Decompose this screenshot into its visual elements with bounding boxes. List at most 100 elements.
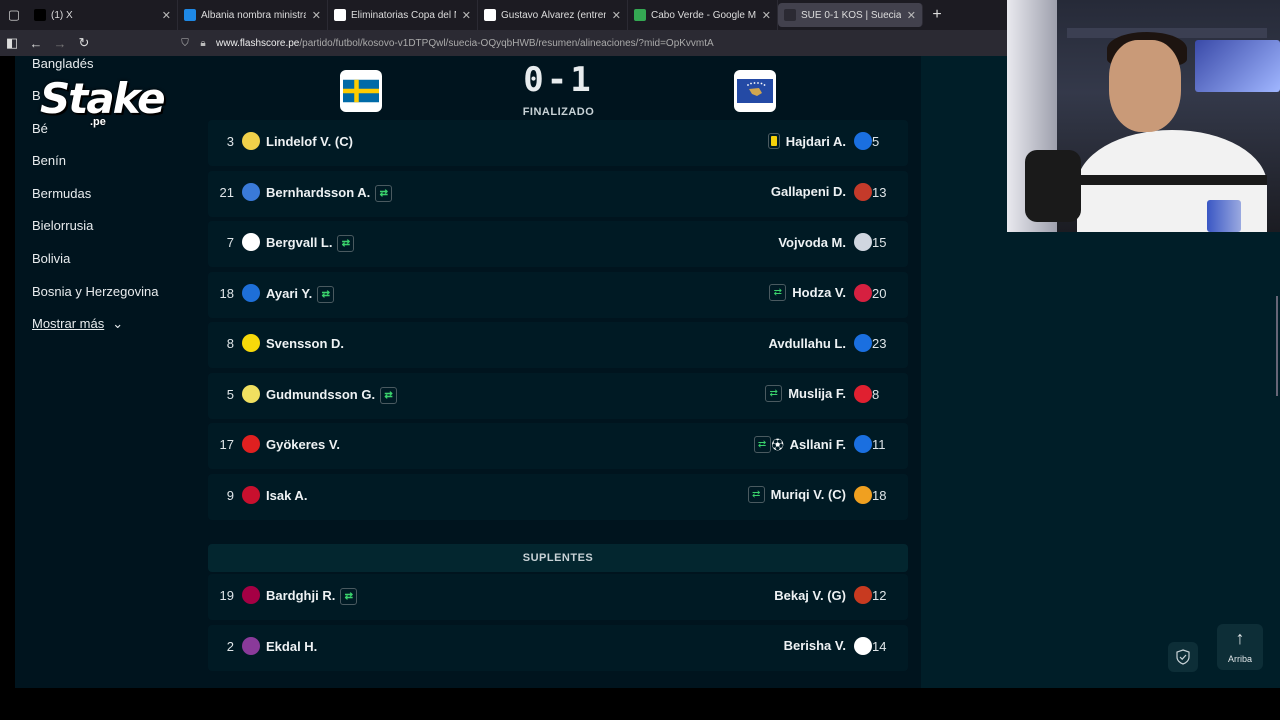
home-player-link[interactable]: Isak A.: [266, 488, 307, 503]
substitutes-header: SUPLENTES: [208, 544, 908, 572]
away-player-name[interactable]: Vojvoda M.: [778, 235, 846, 250]
away-player-name[interactable]: Avdullahu L.: [768, 336, 846, 351]
tab-title: Cabo Verde - Google Maps: [651, 9, 756, 21]
left-edge: [0, 56, 15, 688]
kosovo-flag[interactable]: [734, 70, 776, 112]
browser-tab[interactable]: SUE 0-1 KOS | Suecia vs Kosovo ✕: [778, 3, 923, 27]
away-club-crest-icon: [854, 182, 872, 201]
home-player-link[interactable]: Ekdal H.: [266, 639, 317, 654]
tab-list-icon[interactable]: ▢: [0, 0, 28, 30]
away-player-name[interactable]: Asllani F.: [790, 437, 846, 452]
match-status: FINALIZADO: [522, 106, 595, 118]
away-player-number: 12: [872, 588, 887, 603]
away-player-number: 13: [872, 184, 887, 200]
home-player-link[interactable]: Svensson D.: [266, 336, 344, 351]
sidebar-country-item[interactable]: Bermudas: [32, 186, 91, 201]
away-player-name[interactable]: Muriqi V. (C): [771, 487, 846, 502]
substitution-icon: ⇄: [337, 235, 355, 253]
show-more-link[interactable]: Mostrar más ⌄: [32, 316, 123, 332]
home-player-number: 5: [226, 386, 234, 402]
substitution-icon: ⇄: [317, 285, 335, 303]
home-player-link[interactable]: Bernhardsson A. ⇄: [266, 184, 393, 202]
substitution-icon: ⇄: [765, 385, 783, 402]
reload-button[interactable]: ↻: [72, 35, 96, 51]
away-player-name[interactable]: Gallapeni D.: [771, 184, 846, 199]
news-icon: [184, 9, 196, 21]
match-lineups: 0-1 FINALIZADO 3 Lindelof V. (C) Hajdari A…: [196, 56, 921, 688]
home-player-number: 3: [226, 134, 234, 149]
bottom-bar: [0, 688, 1280, 720]
close-tab-icon[interactable]: ✕: [462, 9, 471, 22]
lock-icon[interactable]: 🔒︎: [194, 38, 212, 49]
away-player-name[interactable]: Berisha V.: [784, 638, 846, 653]
sidebar-country-item[interactable]: Benín: [32, 153, 66, 168]
away-player-number: 8: [872, 386, 880, 402]
home-player-link[interactable]: Gyökeres V.: [266, 437, 340, 452]
away-player-number: 14: [872, 638, 887, 654]
home-player-name: Isak A.: [266, 487, 308, 503]
scroll-top-button[interactable]: ↑ Arriba: [1217, 624, 1263, 670]
close-tab-icon[interactable]: ✕: [907, 9, 916, 22]
home-player-name: Ayari Y.: [266, 285, 313, 301]
logo-suffix: .pe: [90, 116, 106, 128]
close-tab-icon[interactable]: ✕: [312, 9, 321, 22]
tracking-shield-icon[interactable]: ⛉: [176, 38, 194, 49]
home-player-name: Bardghji R.: [266, 588, 336, 603]
url-bar[interactable]: ⛉ 🔒︎ www.flashscore.pe/partido/futbol/ko…: [176, 33, 1006, 53]
sidebar-country-item[interactable]: Bolivia: [32, 251, 70, 266]
home-player-number: 2: [226, 638, 234, 654]
home-club-crest-icon: [242, 586, 260, 604]
away-player-name[interactable]: Hajdari A.: [786, 134, 846, 149]
scrollbar-thumb[interactable]: [1276, 296, 1278, 396]
substitution-icon: ⇄: [375, 184, 393, 202]
home-player-number: 8: [226, 336, 234, 351]
lineup-row: 8 Svensson D. Avdullahu L. 23: [208, 322, 908, 368]
home-player-name: Lindelof V. (C): [266, 134, 353, 149]
forward-button[interactable]: →: [48, 36, 72, 51]
home-player-link[interactable]: Lindelof V. (C): [266, 134, 353, 149]
home-player-link[interactable]: Gudmundsson G. ⇄: [266, 386, 398, 404]
sidebar-country-item[interactable]: Bielorrusia: [32, 218, 93, 233]
away-player-name[interactable]: Muslija F.: [788, 386, 846, 401]
browser-tab[interactable]: Albania nombra ministra con IA ✕: [178, 0, 328, 30]
show-more-label: Mostrar más: [32, 316, 105, 331]
away-player-name[interactable]: Hodza V.: [792, 285, 846, 300]
shield-check-button[interactable]: [1168, 642, 1198, 672]
home-player-name: Gudmundsson G.: [266, 386, 376, 402]
sidebar-country-item[interactable]: Bosnia y Herzegovina: [32, 284, 158, 299]
home-player-link[interactable]: Bergvall L. ⇄: [266, 235, 355, 253]
home-player-link[interactable]: Ayari Y. ⇄: [266, 285, 335, 303]
substitution-icon: ⇄: [769, 284, 787, 301]
home-player-number: 21: [219, 184, 234, 200]
substitution-icon: ⇄: [753, 435, 771, 453]
close-tab-icon[interactable]: ✕: [762, 9, 771, 22]
away-player-name[interactable]: Bekaj V. (G): [774, 588, 846, 603]
sidebar-country-item[interactable]: Bangladés: [32, 56, 93, 71]
new-tab-button[interactable]: +: [923, 6, 951, 24]
browser-tab[interactable]: (1) X ✕: [28, 0, 178, 30]
yellow-card-icon: [767, 133, 780, 149]
browser-tab[interactable]: Eliminatorias Copa del Mundo ✕: [328, 0, 478, 30]
away-club-crest-icon: [854, 435, 872, 453]
goal-ball-icon: ⚽︎: [771, 437, 784, 452]
maps-icon: [634, 9, 646, 21]
lineup-row: 2 Ekdal H. Berisha V. 14: [208, 624, 908, 671]
close-tab-icon[interactable]: ✕: [162, 9, 171, 22]
browser-tab[interactable]: Cabo Verde - Google Maps ✕: [628, 0, 778, 30]
back-button[interactable]: ←: [24, 36, 48, 51]
close-tab-icon[interactable]: ✕: [612, 9, 621, 22]
substitution-icon: ⇄: [380, 386, 398, 404]
away-club-crest-icon: [854, 485, 872, 504]
home-club-crest-icon: [242, 233, 260, 251]
home-player-name: Gyökeres V.: [266, 437, 340, 452]
home-club-crest-icon: [242, 384, 260, 403]
sidebar-toggle-icon[interactable]: ◧: [0, 35, 24, 51]
browser-tab[interactable]: Gustavo Álvarez (entrenador) - ✕: [478, 0, 628, 30]
home-player-link[interactable]: Bardghji R. ⇄: [266, 588, 358, 606]
away-player-number: 23: [872, 336, 887, 351]
tab-title: Albania nombra ministra con IA: [201, 9, 306, 21]
away-club-crest-icon: [854, 132, 872, 150]
substitution-icon: ⇄: [340, 588, 358, 606]
flashscore-icon: [784, 9, 796, 21]
score-header: 0-1 FINALIZADO: [196, 56, 921, 126]
